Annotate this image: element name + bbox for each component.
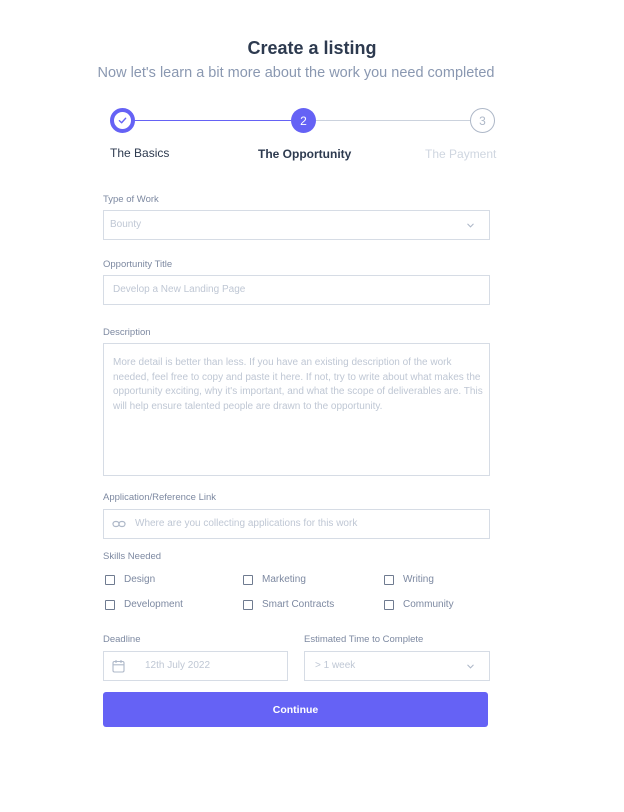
page-subtitle: Now let's learn a bit more about the wor… — [97, 65, 495, 81]
skill-smart-contracts-checkbox[interactable] — [243, 600, 253, 610]
check-icon — [118, 117, 127, 124]
step-connector-completed — [134, 120, 291, 121]
chevron-down-icon — [467, 223, 474, 228]
estimated-time-label: Estimated Time to Complete — [304, 634, 424, 645]
description-textarea[interactable]: More detail is better than less. If you … — [103, 343, 490, 476]
calendar-icon — [112, 660, 125, 673]
continue-button[interactable]: Continue — [103, 692, 488, 727]
page-title: Create a listing — [247, 38, 377, 58]
step-3-indicator[interactable]: 3 — [470, 108, 495, 133]
opportunity-title-placeholder: Develop a New Landing Page — [113, 284, 246, 295]
type-of-work-select[interactable]: Bounty — [103, 210, 490, 240]
skill-community-label[interactable]: Community — [403, 599, 454, 610]
skill-development-checkbox[interactable] — [105, 600, 115, 610]
skill-writing-label[interactable]: Writing — [403, 574, 434, 585]
type-of-work-label: Type of Work — [103, 194, 159, 205]
application-link-input[interactable]: Where are you collecting applications fo… — [103, 509, 490, 539]
step-1-label: The Basics — [110, 146, 170, 160]
deadline-placeholder: 12th July 2022 — [145, 660, 211, 671]
link-icon — [112, 520, 126, 528]
skill-design-checkbox[interactable] — [105, 575, 115, 585]
description-placeholder: More detail is better than less. If you … — [113, 357, 483, 412]
application-link-placeholder: Where are you collecting applications fo… — [135, 518, 358, 529]
skills-needed-label: Skills Needed — [103, 551, 162, 562]
deadline-date-input[interactable]: 12th July 2022 — [103, 651, 288, 681]
step-2-label: The Opportunity — [258, 147, 352, 161]
application-link-label: Application/Reference Link — [103, 492, 217, 503]
opportunity-title-input[interactable]: Develop a New Landing Page — [103, 275, 490, 305]
estimated-time-select[interactable]: > 1 week — [304, 651, 490, 681]
type-of-work-value: Bounty — [110, 219, 142, 230]
skill-marketing-checkbox[interactable] — [243, 575, 253, 585]
step-connector-upcoming — [316, 120, 470, 121]
skill-writing-checkbox[interactable] — [384, 575, 394, 585]
skill-community-checkbox[interactable] — [384, 600, 394, 610]
estimated-time-value: > 1 week — [315, 660, 356, 671]
opportunity-title-label: Opportunity Title — [103, 259, 173, 270]
chevron-down-icon — [467, 664, 474, 669]
skill-marketing-label[interactable]: Marketing — [262, 574, 306, 585]
step-2-indicator[interactable]: 2 — [291, 108, 316, 133]
step-1-indicator[interactable] — [110, 108, 135, 133]
skill-smart-contracts-label[interactable]: Smart Contracts — [262, 599, 334, 610]
deadline-label: Deadline — [103, 634, 141, 645]
step-3-label: The Payment — [425, 147, 497, 161]
skill-development-label[interactable]: Development — [124, 599, 183, 610]
skill-design-label[interactable]: Design — [124, 574, 155, 585]
description-label: Description — [103, 327, 151, 338]
